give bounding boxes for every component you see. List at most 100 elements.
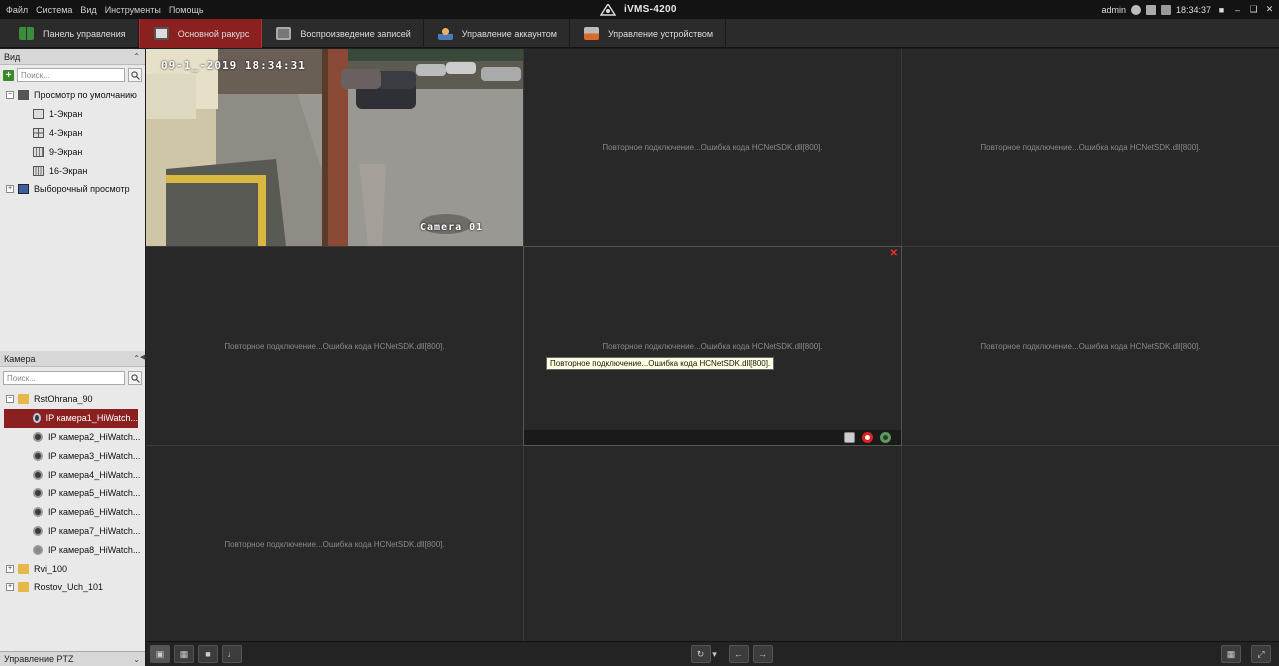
- close-button[interactable]: ✕: [1264, 4, 1275, 15]
- close-icon[interactable]: ✕: [890, 248, 898, 259]
- collapse-panel-arrow-icon[interactable]: ◀: [140, 353, 145, 363]
- menu-help[interactable]: Помощь: [165, 5, 208, 15]
- capture-icon[interactable]: [844, 432, 855, 443]
- tab-label: Управление аккаунтом: [461, 28, 557, 39]
- video-cell-2[interactable]: Повторное подключение...Ошибка кода HCNe…: [524, 49, 901, 246]
- tab-label: Панель управления: [43, 28, 126, 39]
- tree-node-screen-4[interactable]: 4-Экран: [0, 124, 145, 143]
- playback-icon: [276, 27, 292, 40]
- dashboard-icon: [19, 27, 34, 40]
- next-page-button[interactable]: →: [752, 645, 773, 663]
- video-cell-3[interactable]: Повторное подключение...Ошибка кода HCNe…: [902, 49, 1279, 246]
- node-label: IP камера5_HiWatch...: [48, 488, 141, 499]
- video-cell-7[interactable]: Повторное подключение...Ошибка кода HCNe…: [146, 446, 523, 643]
- tree-node-screen-16[interactable]: 16-Экран: [0, 161, 145, 180]
- search-icon[interactable]: [128, 371, 142, 385]
- video-cell-6[interactable]: Повторное подключение...Ошибка кода HCNe…: [902, 247, 1279, 445]
- tab-account[interactable]: Управление аккаунтом: [424, 19, 570, 48]
- tree-node-camera-6[interactable]: IP камера6_HiWatch...: [0, 503, 145, 522]
- collapse-icon[interactable]: −: [6, 395, 14, 404]
- view-search-input[interactable]: Поиск...: [17, 68, 125, 82]
- camera-panel-header[interactable]: Камера ⌃: [0, 351, 145, 367]
- expand-icon[interactable]: +: [6, 564, 14, 573]
- chevron-down-icon[interactable]: ⌄: [133, 655, 140, 664]
- menu-tools[interactable]: Инструменты: [101, 5, 165, 15]
- fullscreen-button[interactable]: ⤢: [1251, 645, 1271, 663]
- view-tree: − Просмотр по умолчанию 1-Экран 4-Экран …: [0, 85, 145, 199]
- tree-node-group-rvi[interactable]: + Rvi_100: [0, 559, 145, 578]
- camera-icon: [33, 431, 43, 442]
- tree-node-camera-3[interactable]: IP камера3_HiWatch...: [0, 446, 145, 465]
- camera-icon: [33, 413, 41, 424]
- ptz-panel-header[interactable]: Управление PTZ ⌄: [0, 651, 145, 666]
- video-cell-1[interactable]: 09-1_-2019 18:34:31 Camera 01: [146, 49, 523, 246]
- cell-error-message: Повторное подключение...Ошибка кода HCNe…: [980, 143, 1201, 152]
- screen-9-icon: [33, 146, 44, 157]
- refresh-button[interactable]: ↻: [690, 645, 711, 663]
- restore-button[interactable]: ❏: [1248, 4, 1259, 15]
- audio-button[interactable]: ♩: [222, 645, 242, 663]
- record-icon[interactable]: [862, 432, 873, 443]
- tab-main-view[interactable]: Основной ракурс: [138, 19, 263, 48]
- tree-node-camera-5[interactable]: IP камера5_HiWatch...: [0, 484, 145, 503]
- tree-node-custom-view[interactable]: + Выборочный просмотр: [0, 180, 145, 199]
- video-cell-4[interactable]: Повторное подключение...Ошибка кода HCNe…: [146, 247, 523, 445]
- tab-label: Управление устройством: [607, 28, 714, 39]
- node-label: IP камера8_HiWatch...: [48, 544, 141, 555]
- minimize-button[interactable]: –: [1232, 4, 1243, 15]
- tree-node-group-rstohrana[interactable]: − RstOhrana_90: [0, 390, 145, 409]
- chevron-down-icon[interactable]: ▾: [711, 645, 719, 663]
- menu-file[interactable]: Файл: [2, 5, 32, 15]
- screen-layout-dropdown[interactable]: ▦: [1221, 645, 1241, 663]
- node-label: IP камера1_HiWatch...: [45, 413, 138, 424]
- tab-device[interactable]: Управление устройством: [570, 19, 727, 48]
- node-label: 16-Экран: [49, 165, 88, 176]
- search-icon[interactable]: [128, 68, 142, 82]
- menu-system[interactable]: Система: [32, 5, 76, 15]
- menu-view[interactable]: Вид: [76, 5, 100, 15]
- view-layout-button[interactable]: ▣: [150, 645, 170, 663]
- video-cell-5[interactable]: ✕ Повторное подключение...Ошибка кода HC…: [523, 246, 902, 446]
- tree-node-default-view[interactable]: − Просмотр по умолчанию: [0, 86, 145, 105]
- stop-all-button[interactable]: ■: [198, 645, 218, 663]
- camera-search-input[interactable]: Поиск...: [3, 371, 125, 385]
- lock-icon[interactable]: ■: [1216, 4, 1227, 15]
- tree-node-screen-1[interactable]: 1-Экран: [0, 105, 145, 124]
- view-panel-header[interactable]: Вид ⌃: [0, 49, 145, 65]
- ptz-icon[interactable]: [880, 432, 891, 443]
- view-group-icon: [18, 90, 29, 101]
- previous-page-button[interactable]: ←: [728, 645, 749, 663]
- tree-node-camera-1[interactable]: IP камера1_HiWatch...: [4, 408, 138, 428]
- collapse-icon[interactable]: −: [6, 91, 14, 100]
- add-view-button[interactable]: +: [3, 69, 14, 81]
- video-cell-9[interactable]: [902, 446, 1279, 643]
- tree-node-group-rostov[interactable]: + Rostov_Uch_101: [0, 578, 145, 597]
- node-label: IP камера2_HiWatch...: [48, 431, 141, 442]
- tab-playback[interactable]: Воспроизведение записей: [262, 19, 424, 48]
- tree-node-camera-2[interactable]: IP камера2_HiWatch...: [0, 428, 145, 447]
- tab-label: Воспроизведение записей: [300, 28, 411, 39]
- screen-1-icon: [33, 109, 44, 120]
- network-icon[interactable]: [1130, 4, 1141, 15]
- tree-node-screen-9[interactable]: 9-Экран: [0, 142, 145, 161]
- camera-panel-title: Камера: [4, 353, 36, 364]
- monitor-icon[interactable]: [1145, 4, 1156, 15]
- ivms-window: Файл Система Вид Инструменты Помощь iVMS…: [0, 0, 1279, 666]
- chevron-up-icon[interactable]: ⌃: [133, 354, 140, 363]
- cell-error-message: Повторное подключение...Ошибка кода HCNe…: [224, 341, 445, 351]
- expand-icon[interactable]: +: [6, 185, 14, 194]
- split-screen-button[interactable]: ▦: [174, 645, 194, 663]
- left-panel: Вид ⌃ + Поиск... − Просмотр по умолчанию…: [0, 49, 145, 666]
- node-label: Просмотр по умолчанию: [34, 90, 137, 101]
- expand-icon[interactable]: +: [6, 583, 14, 592]
- cpu-icon[interactable]: [1160, 4, 1171, 15]
- tree-node-camera-7[interactable]: IP камера7_HiWatch...: [0, 522, 145, 541]
- tree-node-camera-8[interactable]: IP камера8_HiWatch...: [0, 540, 145, 559]
- video-cell-8[interactable]: [524, 446, 901, 643]
- chevron-up-icon[interactable]: ⌃: [133, 52, 140, 61]
- video-grid: 09-1_-2019 18:34:31 Camera 01 Повторное …: [146, 49, 1279, 643]
- tree-node-camera-4[interactable]: IP камера4_HiWatch...: [0, 465, 145, 484]
- app-title: iVMS-4200: [600, 0, 677, 19]
- cell-error-message: Повторное подключение...Ошибка кода HCNe…: [224, 540, 445, 549]
- tab-control-panel[interactable]: Панель управления: [5, 19, 139, 48]
